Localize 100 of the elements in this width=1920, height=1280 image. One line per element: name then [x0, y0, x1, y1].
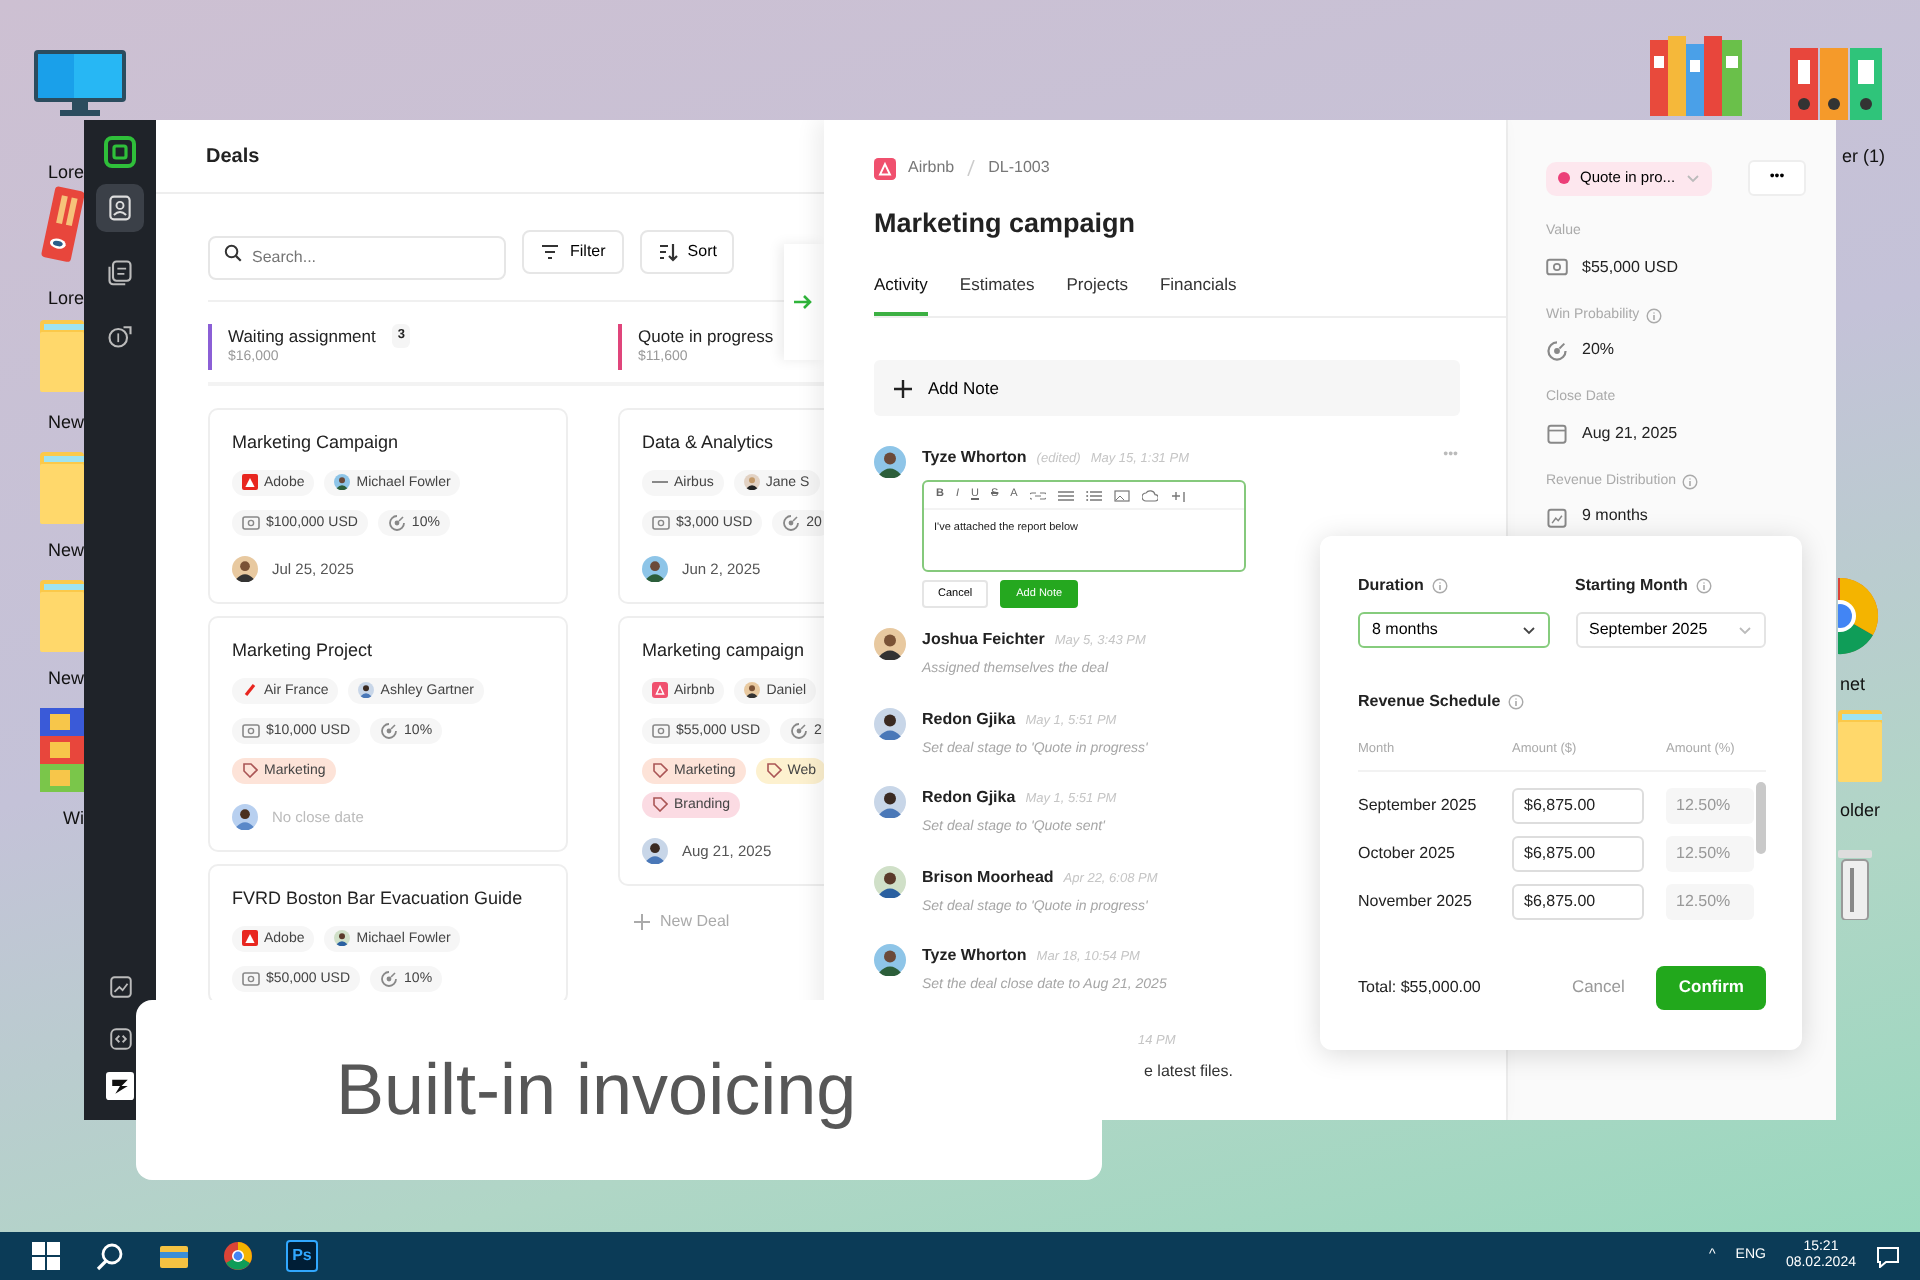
total-text: Total: $55,000.00: [1358, 975, 1481, 1000]
info-icon: [1681, 473, 1698, 490]
company-logo: [242, 474, 258, 491]
notification-icon[interactable]: [1876, 1245, 1900, 1267]
desktop-icon-label[interactable]: Lore: [47, 160, 84, 187]
coin-icon: [106, 322, 134, 350]
scrollbar-thumb[interactable]: [1756, 781, 1766, 854]
tab[interactable]: Financials: [1159, 272, 1237, 316]
plus-icon: [894, 379, 912, 397]
field-value: $55,000 USD: [1582, 255, 1679, 279]
filter-icon: [540, 242, 560, 262]
deal-title: Marketing Campaign: [232, 429, 401, 456]
recycle-bin-icon[interactable]: [1838, 850, 1872, 920]
filter-button[interactable]: Filter: [522, 230, 624, 274]
cloud-icon[interactable]: [1141, 489, 1158, 501]
notes-icon: [106, 258, 134, 286]
deal-title: FVRD Boston Bar Evacuation Guide: [232, 885, 525, 912]
field-value: Aug 21, 2025: [1582, 421, 1678, 445]
field-label: Duration: [1358, 574, 1424, 598]
money-icon: [242, 513, 260, 532]
desktop-icon-label[interactable]: Lore: [47, 286, 84, 313]
activity-text: e latest files.: [1144, 1059, 1235, 1083]
percent-field: 12.50%: [1666, 835, 1754, 872]
books-icon[interactable]: [1650, 36, 1742, 116]
percent-field: 12.50%: [1666, 883, 1754, 920]
avatar: [642, 837, 668, 864]
money-icon: [1546, 256, 1568, 278]
photo-editor-button[interactable]: Ps: [286, 1240, 318, 1272]
binders-icon[interactable]: [1790, 48, 1882, 120]
breadcrumb-link[interactable]: Airbnb: [908, 156, 955, 180]
desktop-icon-label[interactable]: net: [1840, 672, 1866, 699]
gauge-icon: [380, 969, 399, 988]
tab[interactable]: Projects: [1066, 272, 1128, 316]
desktop-icon-label[interactable]: older: [1840, 798, 1881, 825]
list-icon[interactable]: [1057, 489, 1074, 501]
amount-field[interactable]: $6,875.00: [1512, 835, 1644, 872]
company-logo: [652, 682, 668, 699]
sort-button[interactable]: Sort: [639, 230, 735, 274]
select-field[interactable]: September 2025: [1575, 612, 1766, 648]
desktop-icon-label[interactable]: New: [47, 666, 84, 693]
field-label: Starting Month: [1575, 574, 1688, 598]
company-logo: [242, 930, 258, 947]
table-cell-text: September 2025: [1358, 793, 1479, 818]
image-icon[interactable]: [1113, 489, 1130, 501]
info-icon: [1431, 578, 1448, 594]
tag-icon: [242, 762, 258, 779]
avatar: [874, 707, 906, 740]
start-button[interactable]: [30, 1236, 62, 1276]
deal-title: Marketing campaign: [642, 637, 807, 664]
author-name: Redon Gjika: [922, 707, 1016, 732]
author-name: Tyze Whorton: [922, 446, 1027, 470]
desktop-icon-label[interactable]: New: [47, 538, 84, 565]
amount-field[interactable]: $6,875.00: [1512, 883, 1644, 920]
avatar: [874, 446, 906, 478]
link-icon[interactable]: [1029, 489, 1046, 501]
avatar: [334, 474, 351, 491]
desktop-icon-label[interactable]: Wi: [63, 806, 84, 833]
deal-title: Data & Analytics: [642, 429, 776, 456]
expand-handle[interactable]: [784, 244, 824, 360]
app-logo[interactable]: [106, 1072, 134, 1100]
gauge-icon: [1546, 339, 1568, 361]
column-title: Waiting assignment: [228, 323, 376, 349]
desktop-icon-label[interactable]: er (1): [1842, 144, 1886, 171]
archive-icon[interactable]: [40, 708, 84, 792]
app-logo[interactable]: [104, 136, 136, 168]
desktop-icon-label[interactable]: New: [47, 410, 84, 437]
bullet-list-icon[interactable]: [1085, 489, 1102, 501]
gauge-icon: [790, 721, 809, 740]
field-value: 9 months: [1582, 504, 1648, 528]
avatar: [743, 474, 760, 491]
avatar: [642, 555, 668, 582]
search-field[interactable]: Search...: [208, 235, 506, 279]
gauge-icon: [387, 513, 406, 532]
browser-button[interactable]: [222, 1236, 254, 1276]
plus-icon[interactable]: [1169, 489, 1186, 501]
info-icon: [1508, 694, 1525, 710]
avatar: [874, 944, 906, 977]
slash-icon: [966, 160, 977, 176]
company-logo: [874, 157, 896, 179]
deal-title: Marketing Project: [232, 637, 375, 664]
binder-icon[interactable]: [40, 184, 84, 264]
tab[interactable]: Activity: [874, 272, 928, 316]
code-icon: [107, 1025, 133, 1051]
sort-icon: [657, 242, 678, 262]
calendar-icon: [1546, 422, 1568, 444]
amount-field[interactable]: $6,875.00: [1512, 787, 1644, 824]
tag-icon: [765, 762, 782, 779]
table-cell-text: November 2025: [1358, 889, 1474, 914]
select-field[interactable]: 8 months: [1358, 612, 1549, 648]
avatar: [744, 682, 761, 699]
monitor-icon[interactable]: [32, 48, 128, 116]
caption-text: Built-in invoicing: [336, 1046, 857, 1134]
search-icon: [224, 244, 242, 262]
tab[interactable]: Estimates: [959, 272, 1035, 316]
contacts-icon: [106, 194, 134, 222]
add-note-button[interactable]: Add Note: [874, 360, 1460, 416]
avatar: [334, 930, 351, 947]
arrow-icon: [794, 294, 814, 310]
sidebar-nav-button[interactable]: [96, 184, 144, 232]
avatar: [232, 803, 258, 830]
